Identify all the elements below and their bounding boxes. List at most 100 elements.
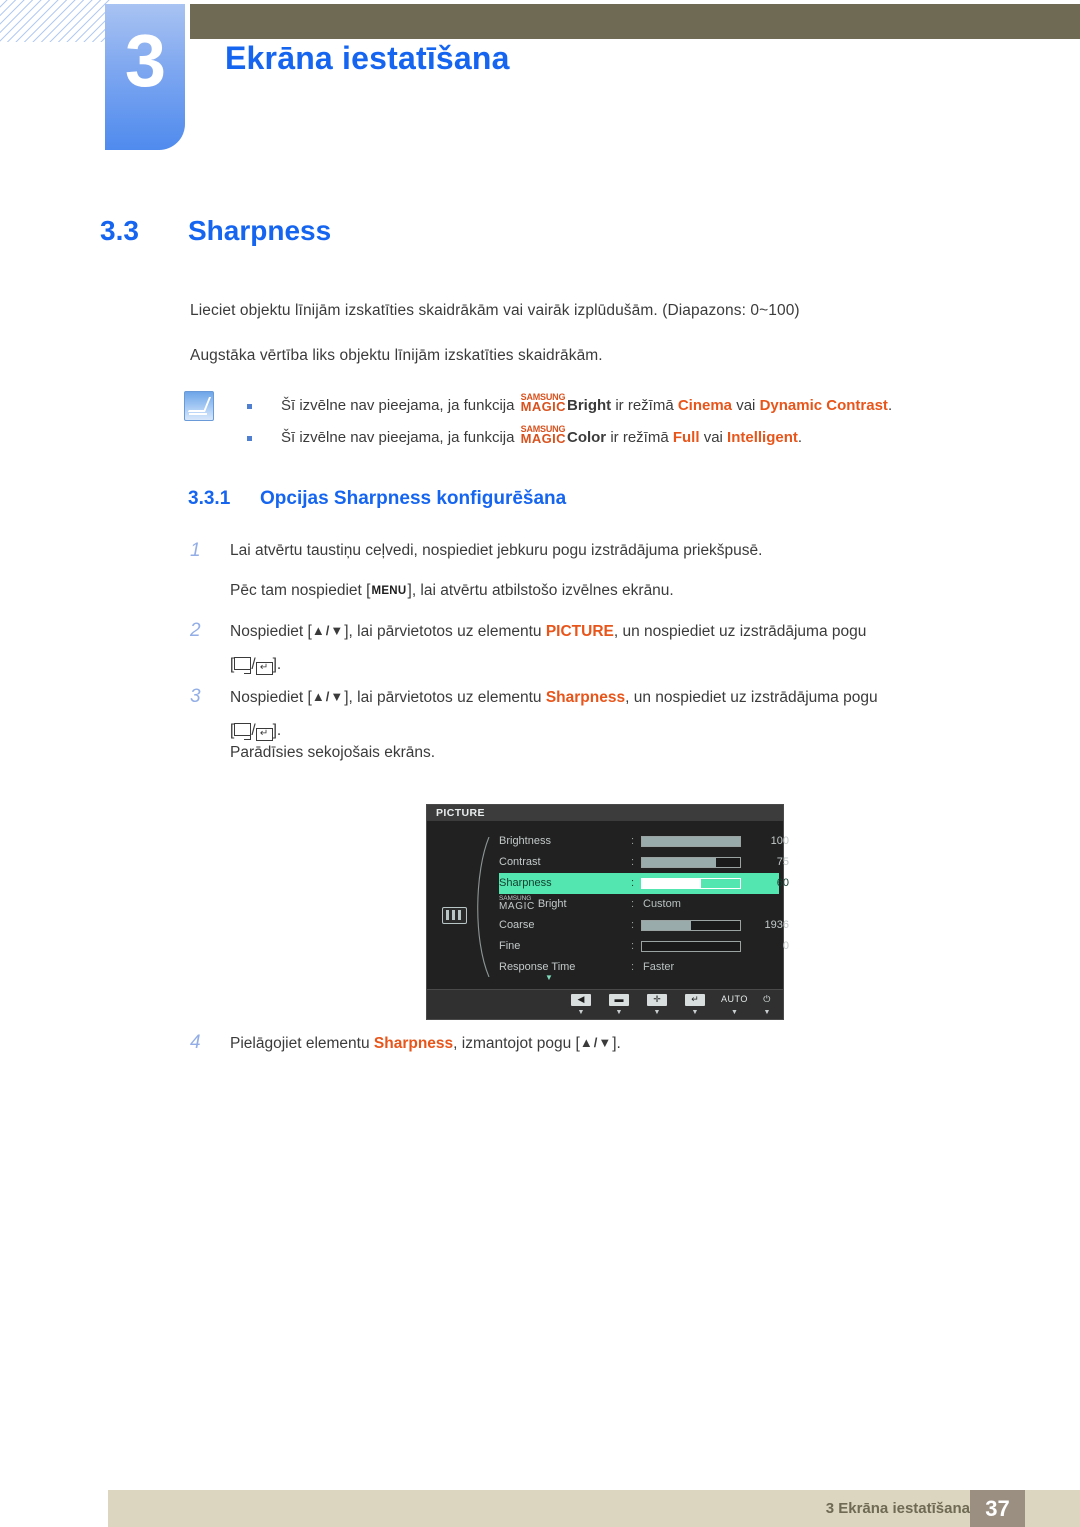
subsection-number: 3.3.1	[188, 488, 231, 509]
step-1b-text: Pēc tam nospiediet [MENU], lai atvērtu a…	[190, 574, 990, 608]
step-1-index: 1	[190, 540, 201, 561]
intro-paragraph-1: Lieciet objektu līnijām izskatīties skai…	[190, 302, 800, 319]
power-button[interactable]: ⏻ ▼	[757, 993, 777, 1016]
section-heading: 3.3 Sharpness	[100, 215, 331, 247]
osd-rows: Brightness : 100 Contrast : 75 Sharpness…	[499, 831, 789, 978]
osd-label: Coarse	[499, 919, 535, 931]
footer-chapter-label: 3 Ekrāna iestatīšana	[825, 1500, 970, 1517]
button-marker-icon: ▼	[763, 1009, 771, 1016]
step-1-text: Lai atvērtu taustiņu ceļvedi, nospiediet…	[230, 542, 763, 559]
step-2-mid: ], lai pārvietotos uz elementu	[344, 623, 542, 640]
osd-bar[interactable]	[641, 920, 741, 931]
samsung-magic-logo: SAMSUNG MAGIC	[520, 425, 566, 446]
osd-row-response-time[interactable]: Response Time : Faster	[499, 957, 779, 978]
button-marker-icon: ▼	[730, 1009, 738, 1016]
osd-decorative-curve	[477, 837, 490, 977]
osd-bar[interactable]	[641, 878, 741, 889]
left-arrow-icon: ◀	[571, 994, 591, 1006]
osd-row-fine[interactable]: Fine : 0	[499, 936, 789, 957]
section-number: 3.3	[100, 215, 139, 246]
osd-bar[interactable]	[641, 857, 741, 868]
step-2-pre: Nospiediet [	[230, 623, 312, 640]
enter-icon: ↵	[685, 994, 705, 1006]
chapter-title: Ekrāna iestatīšana	[225, 40, 510, 76]
button-marker-icon: ▼	[691, 1009, 699, 1016]
magic-bottom-text: MAGIC	[520, 431, 566, 446]
osd-value: 75	[776, 856, 789, 868]
note-2-end: .	[797, 429, 803, 446]
button-marker-icon: ▼	[577, 1009, 585, 1016]
step-1: 1 Lai atvērtu taustiņu ceļvedi, nospiedi…	[190, 534, 990, 567]
samsung-magic-logo: SAMSUNG MAGIC	[499, 895, 535, 912]
osd-value: 0	[782, 940, 789, 952]
osd-label: Sharpness	[499, 877, 552, 889]
note-1-value-2: Dynamic Contrast	[759, 397, 888, 414]
osd-row-brightness[interactable]: Brightness : 100	[499, 831, 789, 852]
step-3-index: 3	[190, 686, 201, 707]
osd-row-coarse[interactable]: Coarse : 1936	[499, 915, 789, 936]
note-2-value-2: Intelligent	[727, 429, 798, 446]
step-3-mid: ], lai pārvietotos uz elementu	[344, 689, 542, 706]
picture-bars-icon	[442, 907, 467, 924]
step-3-continuation: Parādīsies sekojošais ekrāns.	[190, 736, 990, 769]
step-4: 4 Pielāgojiet elementu Sharpness, izmant…	[190, 1026, 990, 1060]
note-bullet-1: Šī izvēlne nav pieejama, ja funkcija SAM…	[245, 390, 1045, 422]
step-4-text: Pielāgojiet elementu Sharpness, izmantoj…	[190, 1026, 990, 1060]
auto-label: AUTO	[721, 994, 748, 1004]
note-bullet-2: Šī izvēlne nav pieejama, ja funkcija SAM…	[245, 422, 1045, 454]
osd-value: 60	[776, 877, 789, 889]
step-2-text: Nospiediet [▲/▼], lai pārvietotos uz ele…	[230, 623, 867, 675]
osd-label: SAMSUNG MAGIC Bright	[499, 894, 619, 915]
note-1-end: .	[887, 397, 893, 414]
note-pencil-icon	[184, 391, 214, 421]
note-2-mid: ir režīmā	[610, 429, 669, 446]
plus-icon: ✛	[647, 994, 667, 1006]
osd-row-magic-bright[interactable]: SAMSUNG MAGIC Bright : Custom	[499, 894, 779, 915]
step-2: 2 Nospiediet [▲/▼], lai pārvietotos uz e…	[190, 614, 990, 681]
chapter-number: 3	[124, 19, 166, 102]
step-2-index: 2	[190, 620, 201, 641]
osd-colon: :	[631, 898, 635, 910]
osd-value: Custom	[643, 898, 681, 910]
source-key-icon	[234, 723, 252, 740]
osd-bar[interactable]	[641, 941, 741, 952]
osd-colon: :	[631, 919, 635, 931]
step-3-highlight: Sharpness	[545, 689, 626, 706]
subsection-heading: 3.3.1 Opcijas Sharpness konfigurēšana	[188, 488, 566, 510]
note-2-feature: Color	[566, 429, 607, 446]
samsung-magic-logo: SAMSUNG MAGIC	[520, 393, 566, 414]
osd-colon: :	[631, 940, 635, 952]
osd-row-sharpness[interactable]: Sharpness : 60	[499, 873, 789, 894]
osd-row-contrast[interactable]: Contrast : 75	[499, 852, 789, 873]
osd-footer-buttons: ◀ ▼ ▬ ▼ ✛ ▼ ↵ ▼ AUTO ▼ ⏻ ▼	[427, 989, 783, 1019]
step-2-highlight: PICTURE	[545, 623, 614, 640]
step-4-highlight: Sharpness	[373, 1035, 454, 1052]
osd-label-text: Bright	[537, 898, 567, 910]
button-marker-icon: ▼	[615, 1009, 623, 1016]
note-2-conj: vai	[703, 429, 723, 446]
power-icon: ⏻	[763, 994, 771, 1004]
left-arrow-button[interactable]: ◀ ▼	[571, 993, 591, 1016]
magic-bottom-text: MAGIC	[520, 399, 566, 414]
step-3-post: , un nospiediet uz izstrādājuma pogu	[625, 689, 878, 706]
osd-bar[interactable]	[641, 836, 741, 847]
note-1-pre: Šī izvēlne nav pieejama, ja funkcija	[281, 397, 515, 414]
minus-icon: ▬	[609, 994, 629, 1006]
magic-bottom-text: MAGIC	[499, 901, 535, 912]
enter-button[interactable]: ↵ ▼	[685, 993, 705, 1016]
minus-button[interactable]: ▬ ▼	[609, 993, 629, 1016]
up-down-arrow-keys-icon: ▲/▼	[579, 1035, 613, 1050]
subsection-title: Opcijas Sharpness konfigurēšana	[260, 488, 567, 509]
osd-colon: :	[631, 961, 635, 973]
plus-button[interactable]: ✛ ▼	[647, 993, 667, 1016]
osd-value: 100	[770, 835, 789, 847]
osd-label: Response Time	[499, 961, 576, 973]
note-2-value-1: Full	[672, 429, 700, 446]
note-list: Šī izvēlne nav pieejama, ja funkcija SAM…	[245, 390, 1045, 454]
osd-colon: :	[631, 856, 635, 868]
scroll-down-indicator-icon[interactable]: ▼	[545, 973, 553, 982]
step-1b-post: ], lai atvērtu atbilstošo izvēlnes ekrān…	[407, 582, 674, 599]
auto-button[interactable]: AUTO ▼	[719, 993, 750, 1016]
note-2-pre: Šī izvēlne nav pieejama, ja funkcija	[281, 429, 515, 446]
note-1-value-1: Cinema	[677, 397, 733, 414]
